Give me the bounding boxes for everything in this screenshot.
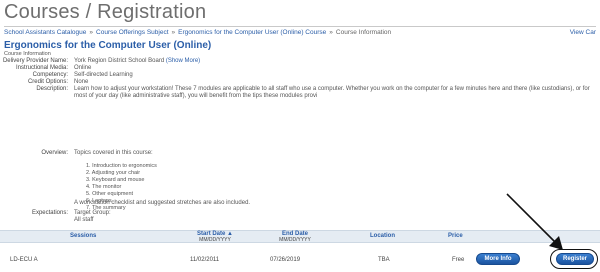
delivery-provider-label: Delivery Provider Name: <box>2 58 68 64</box>
course-title: Ergonomics for the Computer User (Online… <box>4 40 212 51</box>
session-location: TBA <box>378 257 390 263</box>
breadcrumb-catalogue-link[interactable]: School Assistants Catalogue <box>4 29 86 36</box>
competency-value: Self-directed Learning <box>74 72 133 78</box>
credit-options-value: None <box>74 79 89 85</box>
breadcrumb-current: Course Information <box>335 29 392 36</box>
course-info-label: Course Information <box>4 51 51 57</box>
session-end-date: 07/26/2019 <box>270 257 301 263</box>
overview-label: Overview: <box>41 150 68 156</box>
topic-item: 4. The monitor <box>86 184 122 190</box>
instructional-media-label: Instructional Media: <box>15 65 68 71</box>
credit-options-label: Credit Options: <box>27 79 68 85</box>
delivery-provider-value: York Region District School Board (Show … <box>74 58 201 64</box>
sessions-column-header: Sessions <box>70 233 97 239</box>
session-price: Free <box>452 257 465 263</box>
breadcrumb: School Assistants Catalogue» Course Offer… <box>4 29 600 40</box>
instructional-media-value: Online <box>74 65 92 71</box>
price-column-header[interactable]: Price <box>448 233 463 240</box>
overview-value: Topics covered in this course: <box>74 150 153 156</box>
breadcrumb-separator: » <box>171 29 176 36</box>
session-start-date: 11/02/2011 <box>190 257 220 263</box>
show-more-link[interactable]: (Show More) <box>166 58 200 64</box>
breadcrumb-course-link[interactable]: Ergonomics for the Computer User (Online… <box>178 29 326 36</box>
more-info-button[interactable]: More Info <box>476 253 520 265</box>
view-cart-link[interactable]: View Car <box>570 29 596 36</box>
breadcrumb-separator: » <box>89 29 94 36</box>
breadcrumb-offerings-link[interactable]: Course Offerings Subject <box>96 29 169 36</box>
pointer-arrow-icon <box>506 193 563 250</box>
competency-label: Competency: <box>32 72 68 78</box>
session-code: LD-ECU A <box>10 257 38 263</box>
topic-item: 1. Introduction to ergonomics <box>86 163 157 169</box>
description-value: Learn how to adjust your workstation! Th… <box>74 86 590 99</box>
start-date-column-header[interactable]: Start Date ▲ MM/DD/YYYY <box>185 231 245 243</box>
topic-item: 2. Adjusting your chair <box>86 170 141 176</box>
location-column-header[interactable]: Location <box>370 233 395 240</box>
description-label: Description: <box>36 86 68 92</box>
breadcrumb-separator: » <box>329 29 333 36</box>
page-title: Courses / Registration <box>4 1 596 27</box>
expectations-label: Expectations: <box>31 210 68 216</box>
topic-item: 5. Other equipment <box>86 191 134 197</box>
end-date-column-header[interactable]: End Date MM/DD/YYYY <box>265 231 325 243</box>
register-button[interactable]: Register <box>556 253 594 265</box>
topic-item: 3. Keyboard and mouse <box>86 177 145 183</box>
